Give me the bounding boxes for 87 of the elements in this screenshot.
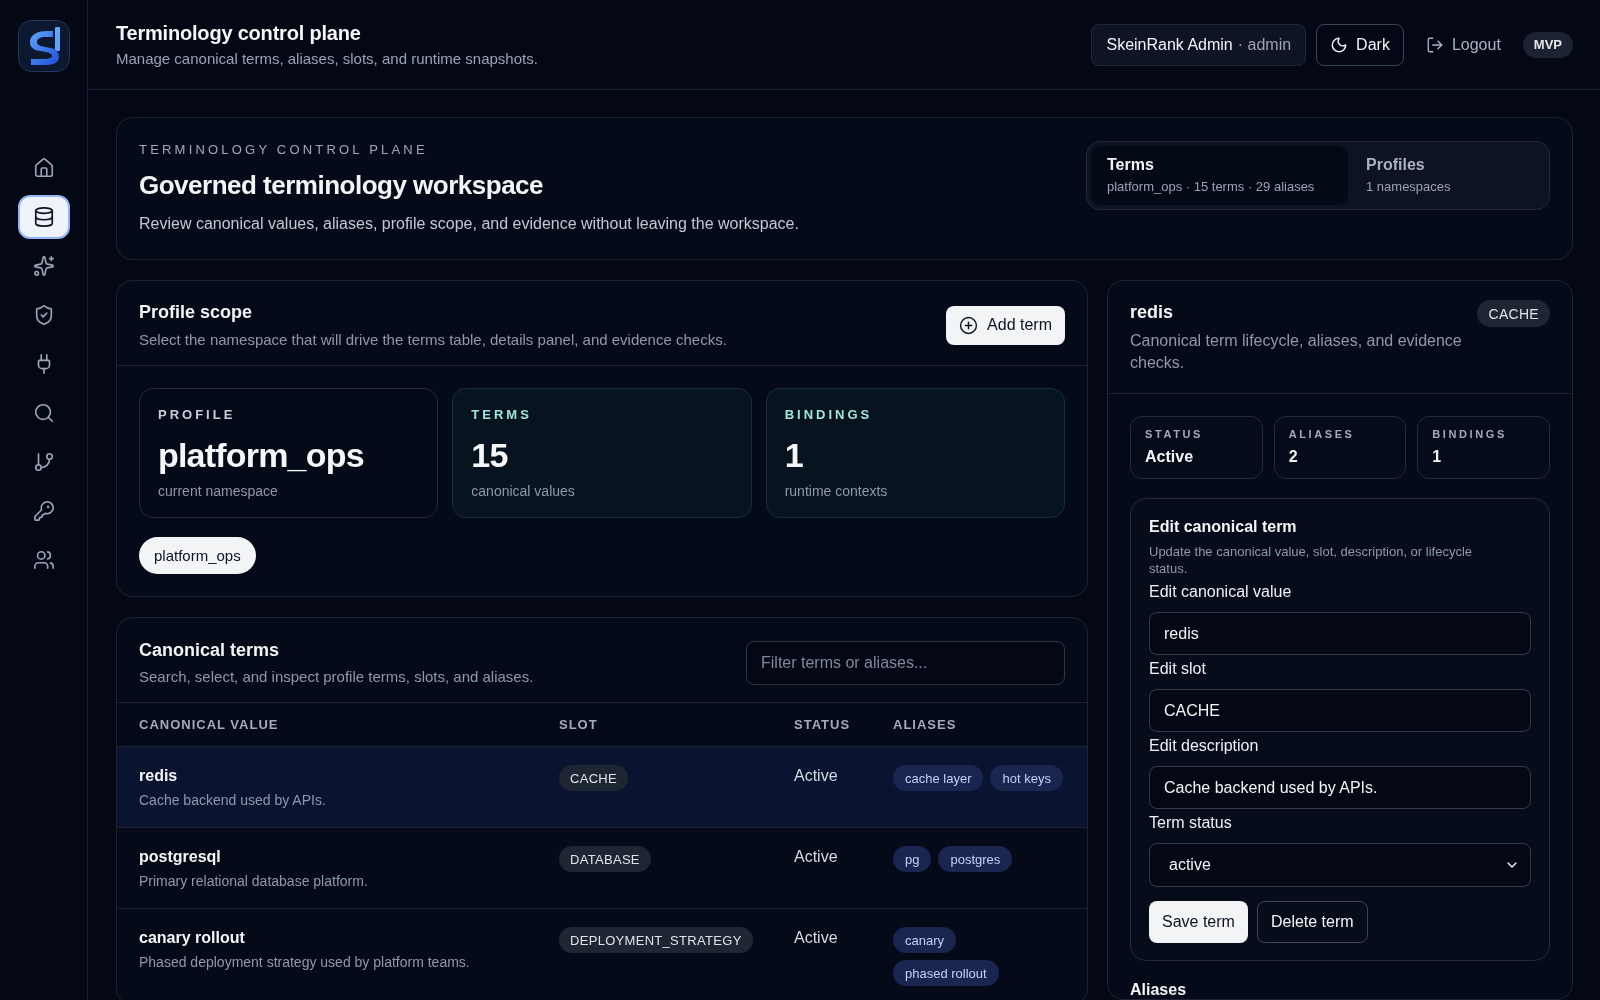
stat-caption: runtime contexts: [784, 482, 888, 500]
workspace-tab[interactable]: Profiles 1 namespaces: [1350, 146, 1545, 205]
card-title: Canonical terms: [139, 639, 280, 662]
key-icon: [32, 500, 55, 522]
term-description: Phased deployment strategy used by platform teams.: [139, 953, 470, 972]
status-select[interactable]: active: [1149, 843, 1531, 887]
stat-value: Active: [1145, 447, 1194, 467]
column-header: STATUS: [794, 717, 851, 732]
stat-caption: current namespace: [158, 482, 278, 500]
term-summary: Canonical term lifecycle, aliases, and evidence checks.: [1130, 331, 1463, 373]
home-icon: [32, 157, 55, 179]
term-description: Cache backend used by APIs.: [139, 791, 326, 810]
text-input[interactable]: redis: [1149, 612, 1531, 655]
logout-icon: [1425, 35, 1444, 54]
logo-icon: [17, 20, 70, 72]
column-header: CANONICAL VALUE: [139, 717, 279, 732]
page-subtitle: Manage canonical terms, aliases, slots, and runtime snapshots.: [116, 48, 538, 69]
text-input[interactable]: Cache backend used by APIs.: [1149, 766, 1531, 809]
user-role: · admin: [1237, 35, 1292, 54]
field-label: Edit canonical value: [1149, 582, 1292, 602]
user-name: SkeinRank Admin: [1106, 35, 1233, 54]
plus-circle-icon: [959, 315, 979, 335]
filter-input[interactable]: Filter terms or aliases...: [746, 640, 1065, 685]
term-name: postgresql: [139, 847, 221, 867]
eyebrow-label: TERMINOLOGY CONTROL PLANE: [139, 141, 428, 159]
field-label: Term status: [1149, 813, 1232, 833]
card-description: Search, select, and inspect profile terms, slots, and aliases.: [139, 667, 534, 687]
text-input[interactable]: CACHE: [1149, 689, 1531, 732]
slot-tag: CACHE: [1477, 300, 1550, 327]
alias-tag: canary: [893, 927, 957, 953]
stat-value: 1: [1432, 447, 1442, 467]
card-description: Select the namespace that will drive the terms table, details panel, and evidence checks.: [139, 330, 727, 350]
stat-value: 2: [1288, 447, 1298, 467]
slot-tag: CACHE: [559, 765, 628, 791]
term-row[interactable]: canary rollout Phased deployment strategy used by platform teams. DEPLOYMENT_STRATEGY Active canary phased rollout: [117, 909, 1087, 1000]
column-header: SLOT: [559, 717, 598, 732]
stat-value: 15: [471, 435, 508, 475]
workspace-description: Review canonical values, aliases, profile scope, and evidence without leaving the workspace.: [139, 214, 799, 234]
alias-tag: phased rollout: [893, 960, 999, 986]
status-text: Active: [794, 928, 838, 948]
delete-button[interactable]: Delete term: [1256, 901, 1368, 943]
alias-tag: postgres: [938, 846, 1013, 872]
stat-label: BINDINGS: [784, 407, 873, 423]
database-icon: [32, 206, 55, 228]
term-title: redis: [1130, 301, 1174, 324]
moon-icon: [1330, 35, 1349, 54]
add-term-button[interactable]: Add term: [946, 305, 1065, 345]
section-heading: Aliases: [1130, 981, 1188, 999]
workspace-tab[interactable]: Terms platform_ops · 15 terms · 29 aliases: [1091, 146, 1348, 205]
term-description: Primary relational database platform.: [139, 872, 368, 891]
save-button[interactable]: Save term: [1149, 901, 1248, 943]
logout-button[interactable]: Logout: [1413, 23, 1513, 66]
search-icon: [32, 402, 55, 424]
users-icon: [32, 549, 55, 571]
workspace-title: Governed terminology workspace: [139, 169, 543, 201]
stat-label: ALIASES: [1288, 427, 1355, 441]
field-label: Edit slot: [1149, 659, 1206, 679]
stat-label: TERMS: [471, 407, 532, 423]
stat-caption: canonical values: [471, 482, 575, 500]
term-row[interactable]: postgresql Primary relational database platform. DATABASE Active pg postgres: [117, 828, 1087, 909]
alias-tag: hot keys: [990, 765, 1063, 791]
branch-icon: [32, 451, 55, 473]
form-description: Update the canonical value, slot, description, or lifecycle status.: [1149, 543, 1473, 577]
stat-label: BINDINGS: [1432, 427, 1507, 441]
stat-label: STATUS: [1145, 427, 1203, 441]
stat-label: PROFILE: [158, 407, 236, 423]
profile-chip[interactable]: platform_ops: [139, 537, 256, 574]
plan-badge: MVP: [1522, 31, 1573, 58]
theme-button[interactable]: Dark: [1316, 23, 1404, 66]
term-name: canary rollout: [139, 928, 245, 948]
page-title: Terminology control plane: [116, 20, 361, 45]
status-text: Active: [794, 766, 838, 786]
status-text: Active: [794, 847, 838, 867]
field-label: Edit description: [1149, 736, 1259, 756]
alias-tag: pg: [893, 846, 932, 872]
form-title: Edit canonical term: [1149, 517, 1298, 537]
stat-value: platform_ops: [158, 435, 364, 475]
stat-value: 1: [784, 435, 803, 475]
term-name: redis: [139, 766, 178, 786]
card-title: Profile scope: [139, 301, 253, 324]
term-row[interactable]: redis Cache backend used by APIs. CACHE Active cache layer hot keys: [117, 747, 1087, 828]
sparkle-icon: [32, 255, 55, 277]
alias-tag: cache layer: [893, 765, 984, 791]
column-header: ALIASES: [893, 717, 957, 732]
slot-tag: DATABASE: [559, 846, 651, 872]
slot-tag: DEPLOYMENT_STRATEGY: [559, 927, 753, 953]
nav-button[interactable]: [17, 195, 70, 239]
